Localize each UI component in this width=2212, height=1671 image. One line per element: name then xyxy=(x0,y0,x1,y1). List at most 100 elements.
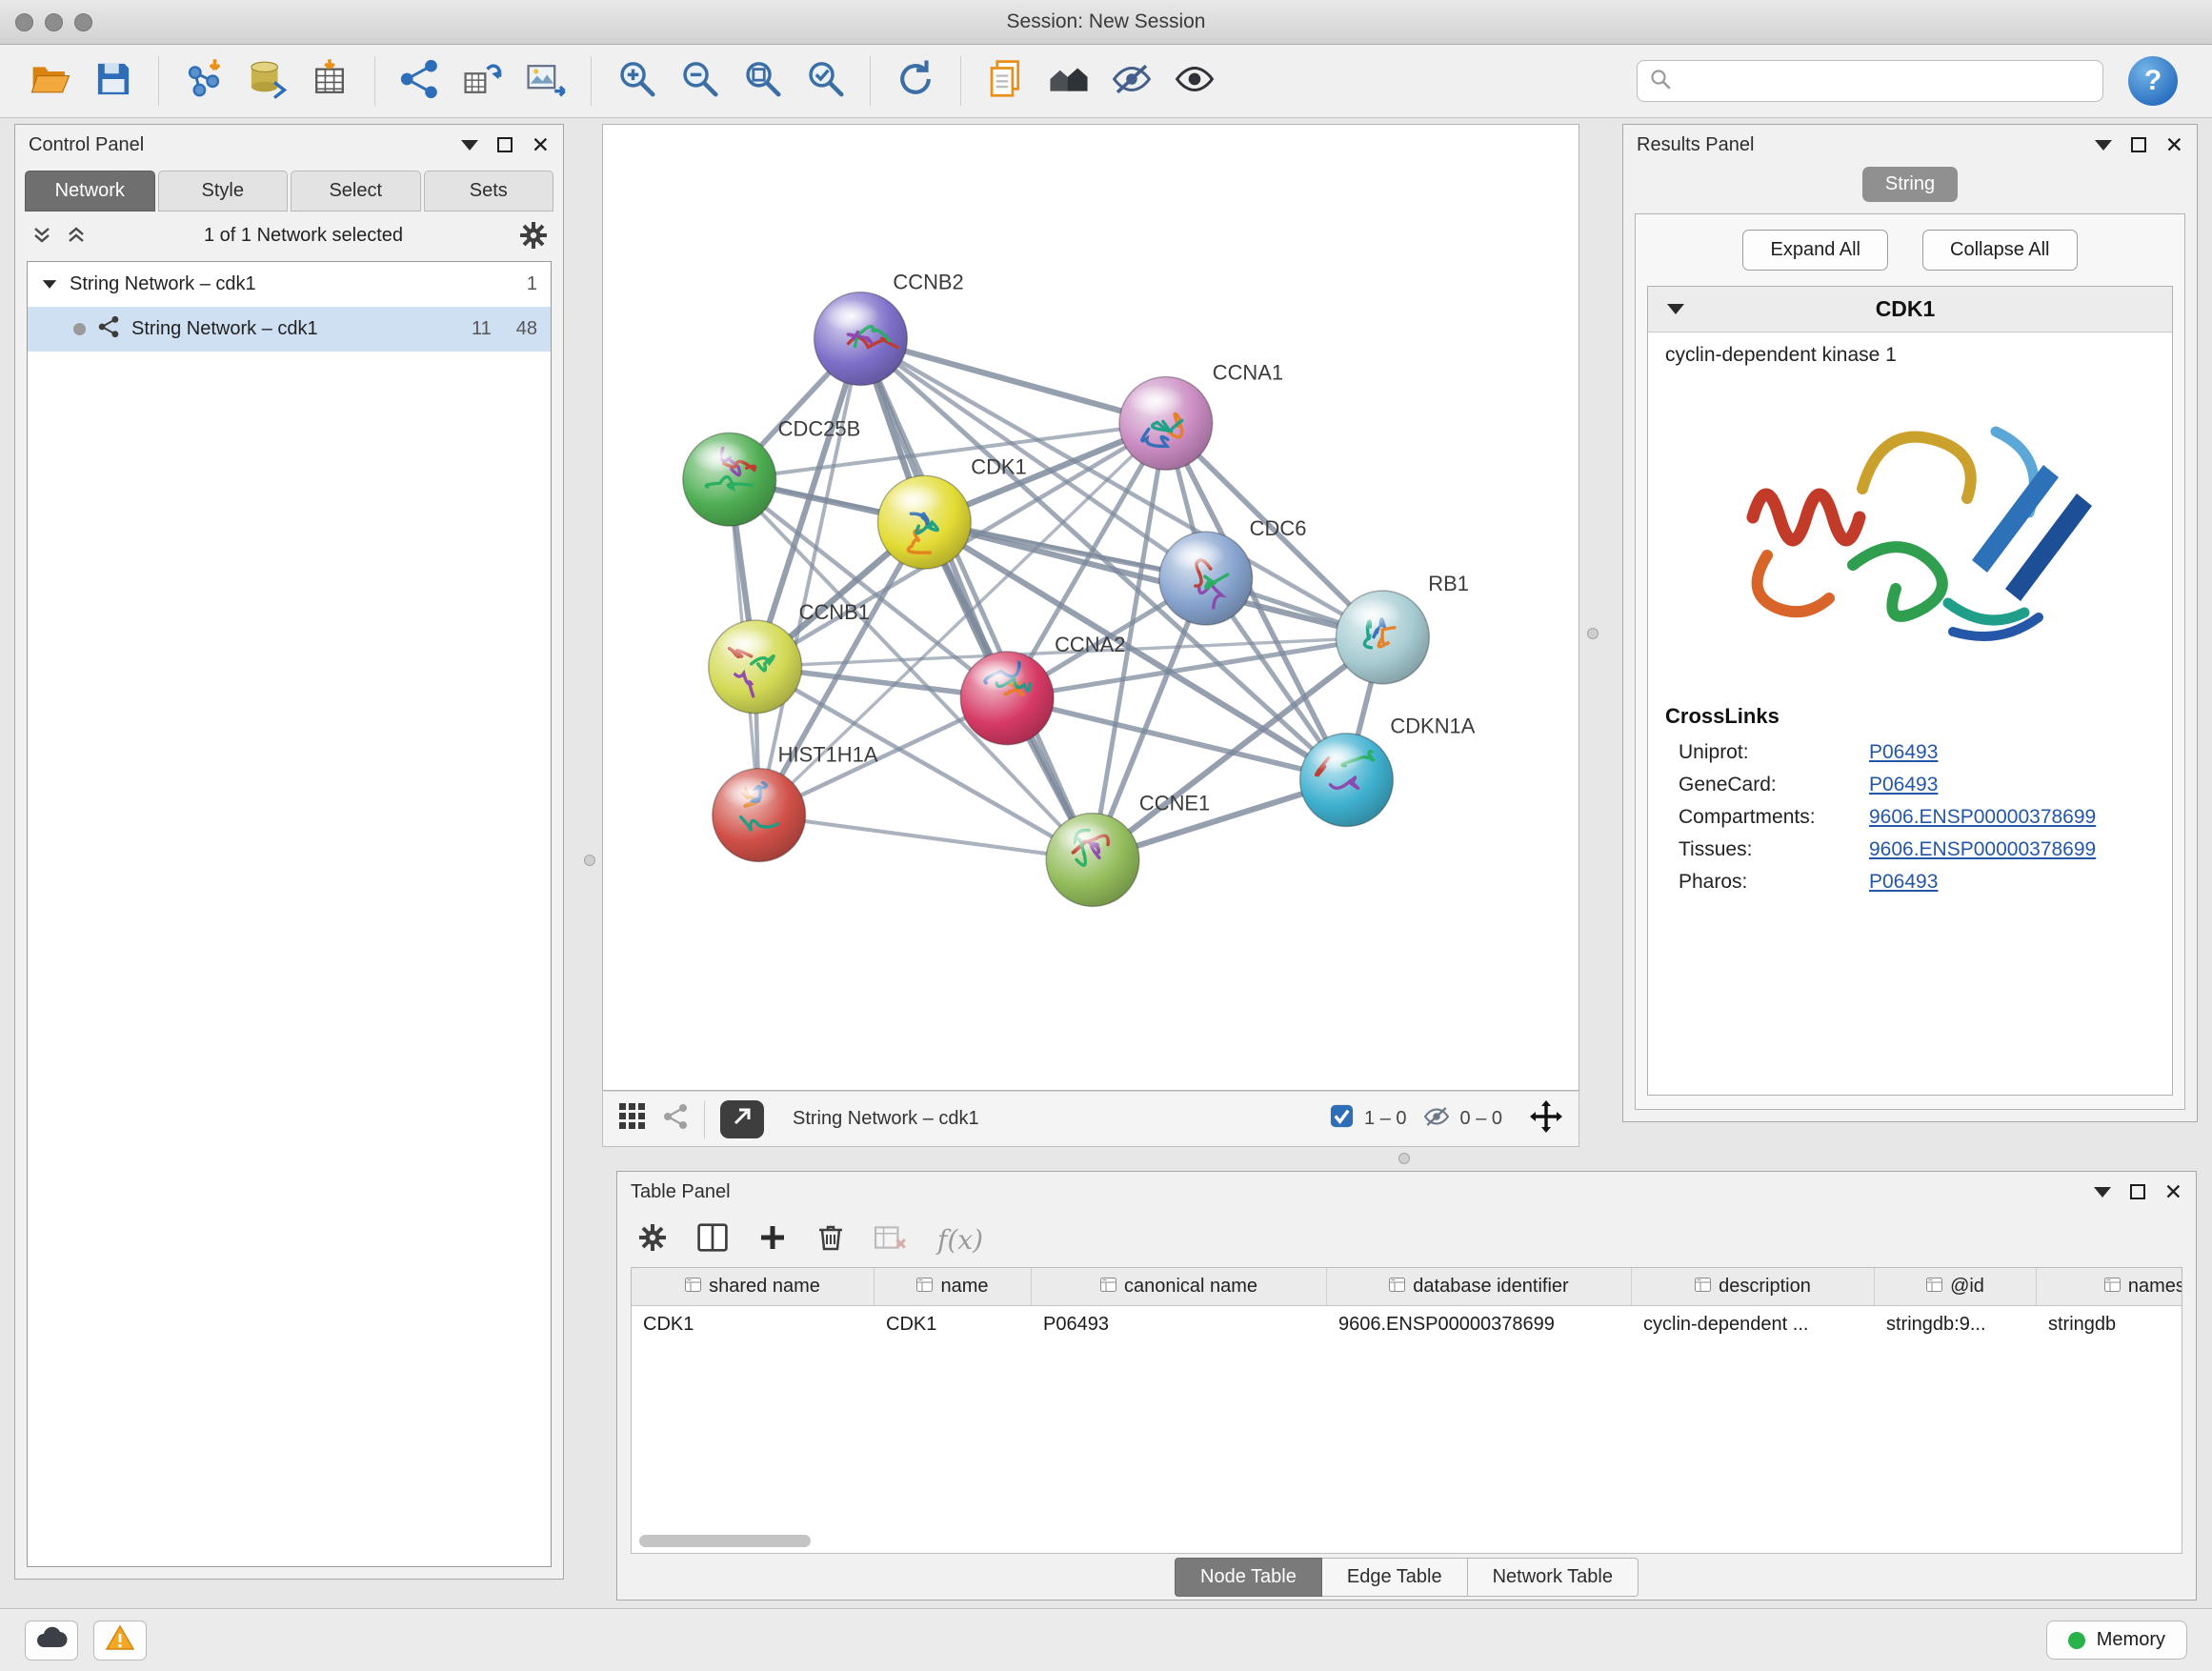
close-window-button[interactable] xyxy=(15,13,33,31)
expand-all-icon[interactable] xyxy=(65,224,88,247)
splitter-handle[interactable] xyxy=(584,855,595,866)
crosslink-link[interactable]: 9606.ENSP00000378699 xyxy=(1869,806,2096,829)
network-row[interactable]: String Network – cdk1 11 48 xyxy=(28,307,551,352)
network-overview-button[interactable] xyxy=(662,1103,689,1135)
tab-style[interactable]: Style xyxy=(158,171,289,211)
collection-count: 1 xyxy=(527,273,537,295)
table-cell: cyclin-dependent ... xyxy=(1632,1306,1875,1342)
disclosure-triangle-icon[interactable] xyxy=(43,280,56,289)
float-panel-icon[interactable] xyxy=(2094,1187,2111,1198)
zoom-fit-button[interactable] xyxy=(734,53,790,109)
export-image-button[interactable] xyxy=(518,53,573,109)
crosslink-link[interactable]: P06493 xyxy=(1869,774,1938,796)
warnings-button[interactable] xyxy=(93,1621,147,1661)
cloud-button[interactable] xyxy=(25,1621,78,1661)
crosslink-link[interactable]: P06493 xyxy=(1869,741,1938,764)
column-header-shared-name[interactable]: shared name xyxy=(632,1268,875,1305)
memory-status-dot xyxy=(2068,1632,2085,1649)
detach-view-button[interactable] xyxy=(720,1100,764,1138)
node-HIST1H1A[interactable]: HIST1H1A xyxy=(713,743,878,862)
refresh-button[interactable] xyxy=(888,53,943,109)
delete-column-button[interactable] xyxy=(817,1223,844,1257)
new-network-from-selection-button[interactable] xyxy=(392,53,448,109)
splitter-handle[interactable] xyxy=(1587,628,1599,639)
table-settings-button[interactable] xyxy=(638,1223,667,1257)
string-tab[interactable]: String xyxy=(1862,167,1958,202)
grid-view-button[interactable] xyxy=(618,1102,647,1136)
tab-sets[interactable]: Sets xyxy=(424,171,554,211)
close-panel-icon[interactable]: ✕ xyxy=(2164,1179,2182,1205)
edge-HIST1H1A-CCNE1[interactable] xyxy=(759,815,1093,860)
node-CDC6[interactable]: CDC6 xyxy=(1159,516,1307,625)
maximize-panel-icon[interactable] xyxy=(2131,137,2146,152)
table-row[interactable]: CDK1CDK1P064939606.ENSP00000378699cyclin… xyxy=(632,1306,2182,1342)
help-button[interactable]: ? xyxy=(2128,56,2178,106)
node-CCNB2[interactable]: CCNB2 xyxy=(814,271,964,386)
hidden-eye-slash-icon[interactable] xyxy=(1422,1102,1451,1137)
tab-select[interactable]: Select xyxy=(291,171,421,211)
tab-network[interactable]: Network xyxy=(25,171,155,211)
documents-button[interactable] xyxy=(978,53,1034,109)
protein-section-header[interactable]: CDK1 xyxy=(1648,287,2172,332)
zoom-out-button[interactable] xyxy=(672,53,727,109)
crosslink-link[interactable]: P06493 xyxy=(1869,871,1938,894)
selected-checkbox-icon[interactable] xyxy=(1329,1103,1355,1135)
pan-tool-button[interactable] xyxy=(1529,1099,1563,1138)
search-input[interactable] xyxy=(1681,70,2091,92)
gear-icon[interactable] xyxy=(519,221,548,250)
close-panel-icon[interactable]: ✕ xyxy=(2165,132,2183,158)
table-toolbar: f(x) xyxy=(617,1212,2196,1267)
table-cell: stringdb:9... xyxy=(1875,1306,2037,1342)
collapse-section-icon[interactable] xyxy=(1667,304,1684,314)
hide-selected-button[interactable] xyxy=(1104,53,1159,109)
table-tab-edge-table[interactable]: Edge Table xyxy=(1322,1558,1468,1597)
column-header-name[interactable]: name xyxy=(875,1268,1032,1305)
add-column-button[interactable] xyxy=(758,1223,787,1257)
table-tab-node-table[interactable]: Node Table xyxy=(1175,1558,1322,1597)
network-graph[interactable]: CCNB2CCNA1CDC25BCDK1CDC6RB1CCNB1CCNA2CDK… xyxy=(603,125,1579,1090)
maximize-panel-icon[interactable] xyxy=(2130,1184,2145,1199)
show-columns-button[interactable] xyxy=(697,1223,728,1257)
float-panel-icon[interactable] xyxy=(2095,140,2112,151)
memory-button[interactable]: Memory xyxy=(2046,1621,2187,1660)
column-header-canonical-name[interactable]: canonical name xyxy=(1032,1268,1327,1305)
node-CDK1[interactable]: CDK1 xyxy=(877,454,1026,569)
table-tab-network-table[interactable]: Network Table xyxy=(1468,1558,1639,1597)
expand-all-button[interactable]: Expand All xyxy=(1742,230,1888,271)
import-network-from-database-button[interactable] xyxy=(239,53,294,109)
import-network-from-file-button[interactable] xyxy=(176,53,231,109)
show-all-button[interactable] xyxy=(1167,53,1222,109)
eye-slash-icon xyxy=(1110,57,1154,106)
minimize-window-button[interactable] xyxy=(45,13,63,31)
column-type-icon xyxy=(685,1276,701,1298)
node-RB1[interactable]: RB1 xyxy=(1336,572,1468,684)
zoom-window-button[interactable] xyxy=(74,13,92,31)
column-header-namespac[interactable]: namespac xyxy=(2037,1268,2182,1305)
column-header-description[interactable]: description xyxy=(1632,1268,1875,1305)
collapse-all-icon[interactable] xyxy=(30,224,53,247)
zoom-in-button[interactable] xyxy=(609,53,664,109)
close-panel-icon[interactable]: ✕ xyxy=(532,132,550,158)
column-header--id[interactable]: @id xyxy=(1875,1268,2037,1305)
column-header-database-identifier[interactable]: database identifier xyxy=(1327,1268,1632,1305)
node-CDKN1A[interactable]: CDKN1A xyxy=(1300,715,1476,827)
export-network-button[interactable] xyxy=(455,53,511,109)
delete-table-button[interactable] xyxy=(875,1223,907,1257)
function-builder-button[interactable]: f(x) xyxy=(937,1224,983,1256)
open-session-button[interactable] xyxy=(23,53,78,109)
crosslink-link[interactable]: 9606.ENSP00000378699 xyxy=(1869,838,2096,861)
network-collection-row[interactable]: String Network – cdk1 1 xyxy=(28,262,551,307)
crosslink-row: Compartments:9606.ENSP00000378699 xyxy=(1648,801,2172,834)
node-CCNA1[interactable]: CCNA1 xyxy=(1119,360,1283,470)
float-panel-icon[interactable] xyxy=(461,140,478,151)
home-view-button[interactable] xyxy=(1041,53,1096,109)
status-bar: Memory xyxy=(0,1608,2212,1671)
horizontal-scrollbar-thumb[interactable] xyxy=(639,1535,811,1547)
splitter-handle[interactable] xyxy=(1398,1153,1410,1164)
import-table-from-file-button[interactable] xyxy=(302,53,357,109)
collapse-all-button[interactable]: Collapse All xyxy=(1922,230,2078,271)
maximize-panel-icon[interactable] xyxy=(497,137,513,152)
save-session-button[interactable] xyxy=(86,53,141,109)
zoom-selected-button[interactable] xyxy=(797,53,853,109)
network-canvas[interactable]: CCNB2CCNA1CDC25BCDK1CDC6RB1CCNB1CCNA2CDK… xyxy=(602,124,1579,1091)
